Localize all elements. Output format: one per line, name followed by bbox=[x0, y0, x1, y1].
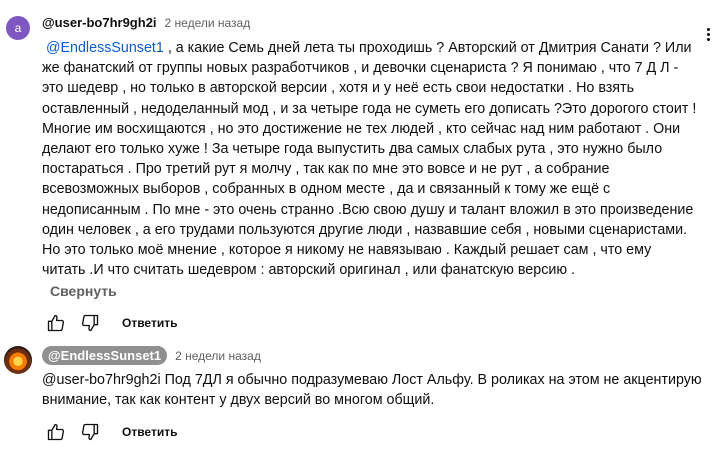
comment-header: @user-bo7hr9gh2i 2 недели назад bbox=[42, 15, 250, 30]
comment-line: делают его только хуже ! За четыре года … bbox=[42, 141, 663, 158]
like-icon[interactable] bbox=[42, 311, 70, 335]
dislike-icon[interactable] bbox=[76, 311, 104, 335]
comment-timestamp[interactable]: 2 недели назад bbox=[165, 16, 251, 30]
comment-text: @user-bo7hr9gh2i Под 7ДЛ я обычно подраз… bbox=[42, 370, 702, 410]
comment-line: оставленный , недоделанный мод , и за че… bbox=[42, 100, 697, 117]
like-icon[interactable] bbox=[42, 420, 70, 444]
comment-line: читать .И что считать шедевром : авторск… bbox=[42, 262, 575, 279]
comment-line: Но это только моё мнение , которое я ник… bbox=[42, 242, 652, 259]
dislike-icon[interactable] bbox=[76, 420, 104, 444]
comment-timestamp[interactable]: 2 недели назад bbox=[175, 349, 261, 363]
comment-text: @EndlessSunset1 , а какие Семь дней лета… bbox=[42, 38, 702, 280]
comment-header: @EndlessSunset1 2 недели назад bbox=[42, 346, 261, 365]
comment-line: внимание, так как контент у двух версий … bbox=[42, 392, 435, 409]
reply-button[interactable]: Ответить bbox=[122, 425, 177, 439]
avatar[interactable]: a bbox=[6, 16, 30, 40]
more-actions-icon[interactable] bbox=[700, 26, 716, 46]
comment-actions: Ответить bbox=[42, 420, 177, 444]
mention-link[interactable]: @EndlessSunset1 bbox=[46, 40, 164, 56]
avatar[interactable] bbox=[4, 346, 32, 374]
comment-line: всевозможных выборов , собранных в одном… bbox=[42, 181, 611, 198]
comment-author[interactable]: @EndlessSunset1 bbox=[42, 346, 168, 365]
collapse-button[interactable]: Свернуть bbox=[50, 283, 117, 299]
comment-author[interactable]: @user-bo7hr9gh2i bbox=[42, 15, 157, 30]
comment-line: недописанным . По мне - это очень странн… bbox=[42, 201, 694, 218]
comment-line: же фанатский от группы новых разработчик… bbox=[42, 60, 679, 77]
comment-line: это шедевр , но только в авторской верси… bbox=[42, 80, 635, 97]
comment-line: @user-bo7hr9gh2i Под 7ДЛ я обычно подраз… bbox=[42, 372, 702, 388]
reply-button[interactable]: Ответить bbox=[122, 316, 177, 330]
comment-line: Многие им восхищаются , но это достижени… bbox=[42, 120, 681, 137]
comment-line: @EndlessSunset1 , а какие Семь дней лета… bbox=[45, 40, 692, 56]
comment-line: постараться . Про третий рут я молчу , т… bbox=[42, 161, 610, 178]
comment-line: один человек , а его трудами пользуются … bbox=[42, 221, 688, 238]
comment-actions: Ответить bbox=[42, 311, 177, 335]
